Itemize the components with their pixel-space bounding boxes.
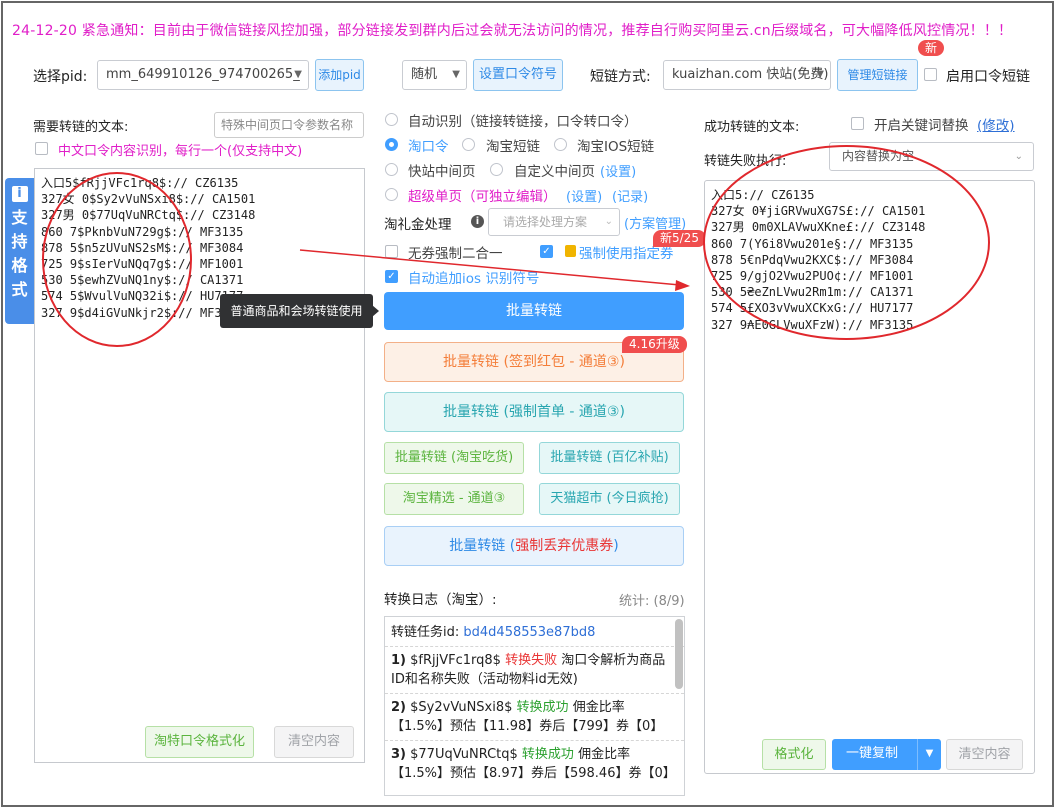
annotation-arrow <box>299 249 690 291</box>
